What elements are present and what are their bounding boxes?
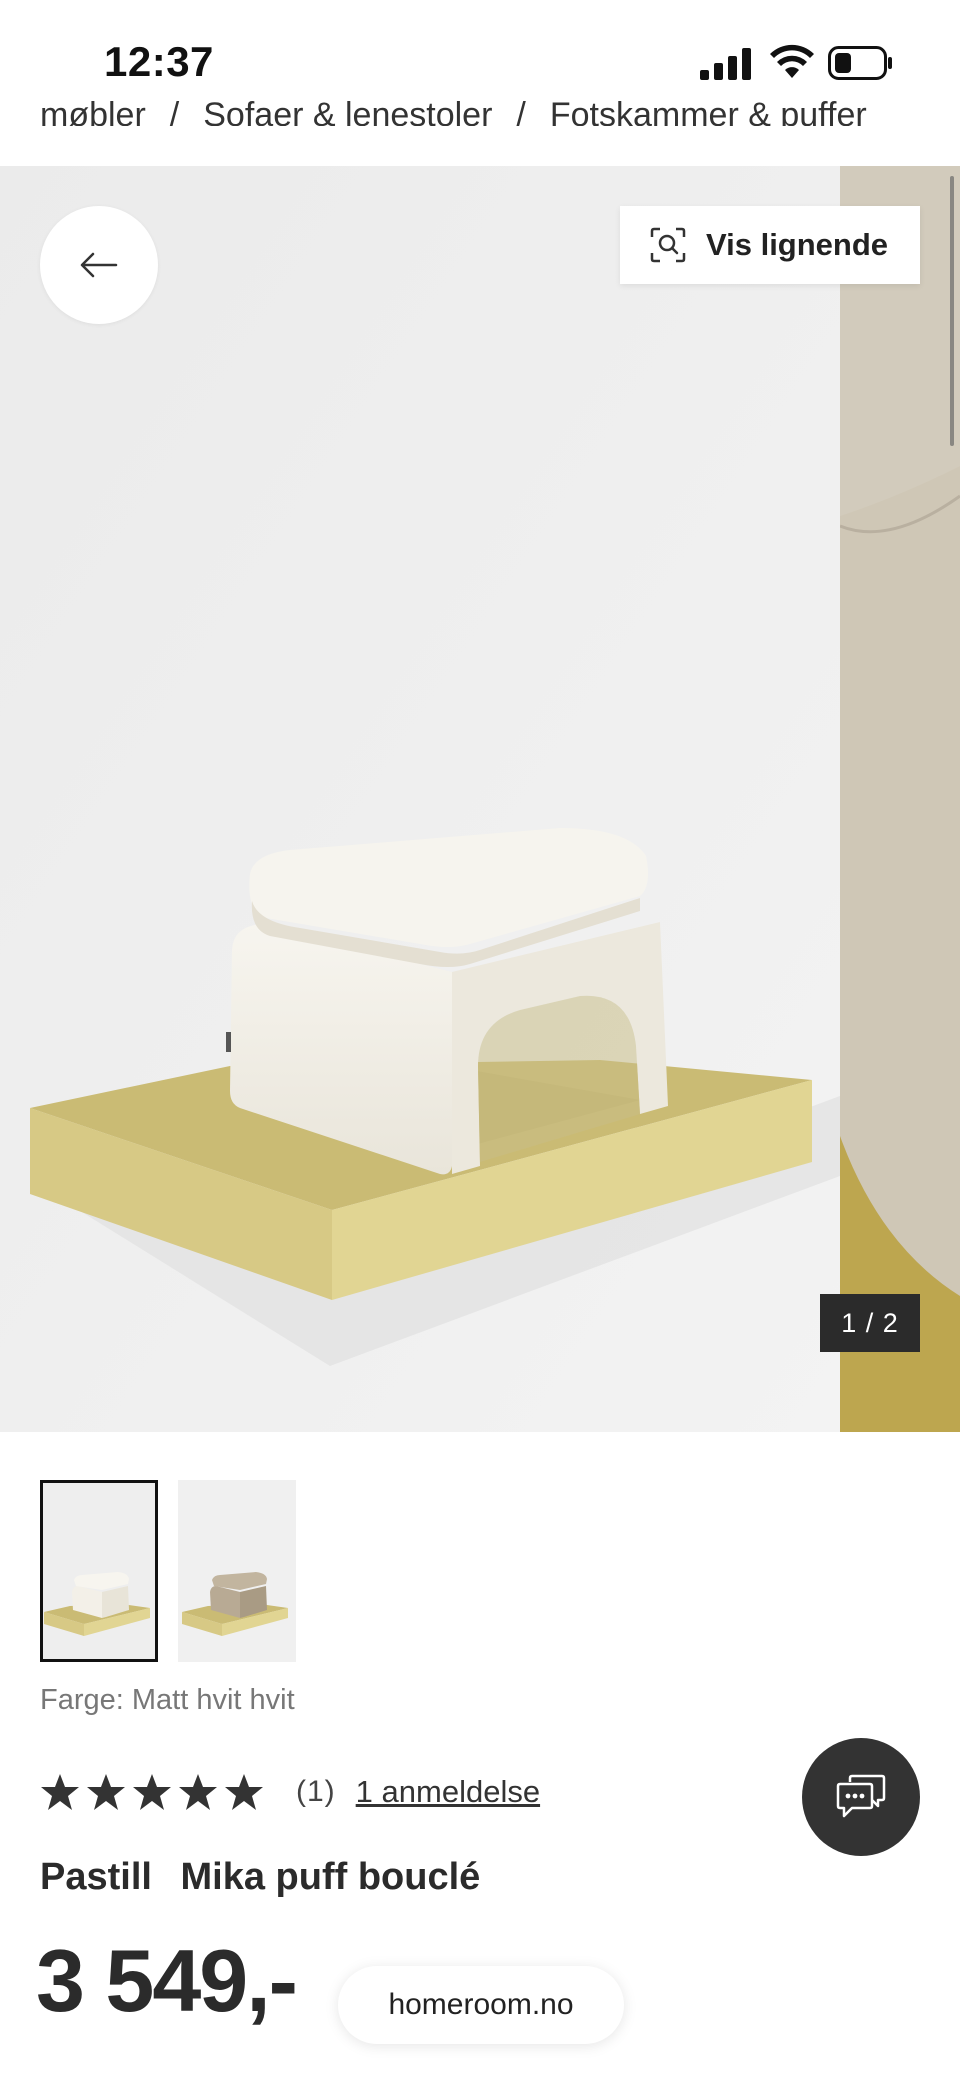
scroll-indicator [950,176,954,446]
thumbnail-strip [40,1480,296,1662]
star-icon [133,1774,171,1810]
breadcrumb-separator: / [169,96,180,126]
visual-search-icon [650,227,686,263]
thumbnail-1[interactable] [40,1480,158,1662]
product-image-gallery[interactable]: Vis lignende 1 / 2 [0,166,960,1432]
product-title: Pastill Mika puff bouclé [40,1856,480,1899]
url-domain-pill[interactable]: homeroom.no [338,1966,624,2044]
product-name: Mika puff bouclé [180,1856,481,1898]
star-icon [225,1774,263,1810]
star-icon [87,1774,125,1810]
show-similar-label: Vis lignende [706,227,889,262]
arrow-left-icon [80,252,118,278]
battery-icon [828,46,892,80]
breadcrumb-item-fotskammer[interactable]: Fotskammer & puffer [550,96,867,126]
reviews-link[interactable]: 1 anmeldelse [356,1774,540,1810]
breadcrumb-separator: / [516,96,526,126]
thumbnail-image [178,1480,296,1662]
wifi-icon [770,44,814,78]
chat-bubbles-icon [836,1774,886,1818]
product-brand[interactable]: Pastill [40,1856,152,1898]
chat-button[interactable] [802,1738,920,1856]
product-image [0,166,840,1432]
breadcrumb-item-mobler[interactable]: møbler [40,96,146,126]
image-counter: 1 / 2 [820,1294,920,1352]
cellular-signal-icon [700,48,751,80]
color-label: Farge: Matt hvit hvit [40,1684,295,1716]
show-similar-button[interactable]: Vis lignende [620,206,920,284]
breadcrumb-item-sofaer[interactable]: Sofaer & lenestoler [203,96,492,126]
rating-count: (1) [296,1775,336,1808]
star-icon [41,1774,79,1810]
breadcrumb: møbler / Sofaer & lenestoler / Fotskamme… [40,86,940,126]
product-rating: (1) 1 anmeldelse [40,1772,540,1812]
thumbnail-image [40,1480,158,1662]
next-image-preview[interactable] [840,166,960,1432]
status-time: 12:37 [104,38,214,85]
star-icon [179,1774,217,1810]
star-rating [40,1772,264,1812]
thumbnail-2[interactable] [178,1480,296,1662]
product-price: 3 549,- [36,1931,298,2030]
back-button[interactable] [40,206,158,324]
